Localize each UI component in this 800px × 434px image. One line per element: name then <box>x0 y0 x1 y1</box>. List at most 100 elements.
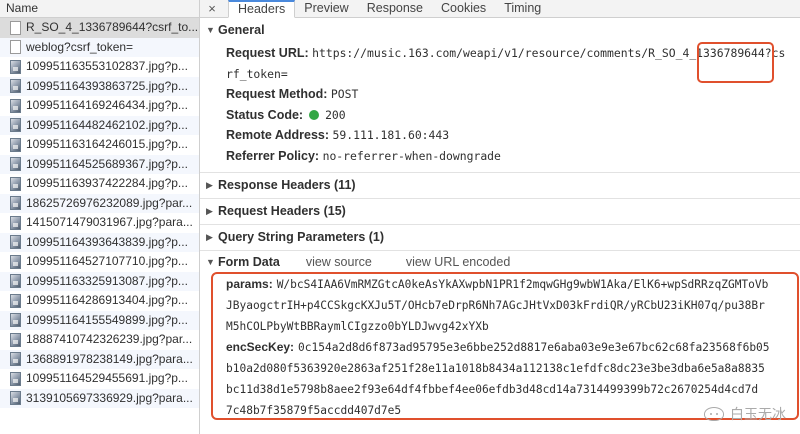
remote-address-value: 59.111.181.60:443 <box>332 128 450 142</box>
request-headers-title: Request Headers (15) <box>218 204 346 218</box>
request-name: 109951163553102837.jpg?p... <box>26 59 188 73</box>
status-code-value: 200 <box>325 107 346 122</box>
request-method-value: POST <box>330 87 359 101</box>
request-row[interactable]: 109951164286913404.jpg?p... <box>0 291 199 311</box>
song-id-highlight-box <box>697 42 774 83</box>
request-row[interactable]: 109951164169246434.jpg?p... <box>0 96 199 116</box>
collapsed-triangle-icon: ▶ <box>206 232 213 242</box>
request-name: 3139105697336929.jpg?para... <box>26 390 193 405</box>
image-icon <box>10 332 21 347</box>
expanded-triangle-icon: ▼ <box>206 25 215 35</box>
request-row[interactable]: 109951163937422284.jpg?p... <box>0 174 199 194</box>
request-name: 109951163325913087.jpg?p... <box>26 273 188 288</box>
tab-timing[interactable]: Timing <box>495 0 550 17</box>
image-icon <box>10 293 21 308</box>
request-row[interactable]: 109951163325913087.jpg?p... <box>0 271 199 291</box>
request-row[interactable]: R_SO_4_1336789644?csrf_to... <box>0 18 199 38</box>
watermark: 白玉无冰 <box>704 404 786 424</box>
image-icon <box>10 215 21 230</box>
request-list: R_SO_4_1336789644?csrf_to... weblog?csrf_… <box>0 18 199 408</box>
image-icon <box>10 79 21 94</box>
request-row[interactable]: 109951163164246015.jpg?p... <box>0 135 199 155</box>
request-name: 109951164393863725.jpg?p... <box>26 78 188 93</box>
status-code-row: Status Code: 200 <box>200 105 800 126</box>
remote-address-label: Remote Address: <box>226 128 330 142</box>
collapsed-triangle-icon: ▶ <box>206 206 213 216</box>
request-row[interactable]: 109951164527107710.jpg?p... <box>0 252 199 272</box>
request-name: 1368891978238149.jpg?para... <box>26 351 193 366</box>
request-row[interactable]: 109951164393863725.jpg?p... <box>0 76 199 96</box>
general-section-header[interactable]: ▼ General <box>200 18 800 43</box>
image-icon <box>10 352 21 367</box>
detail-tab-bar: × Headers Preview Response Cookies Timin… <box>200 0 800 18</box>
request-list-panel: Name R_SO_4_1336789644?csrf_to... weblog?… <box>0 0 200 434</box>
form-data-section-header[interactable]: ▼ Form Data view source view URL encoded <box>200 251 800 274</box>
view-url-encoded-link[interactable]: view URL encoded <box>406 251 510 274</box>
query-string-section-header[interactable]: ▶ Query String Parameters (1) <box>200 225 800 250</box>
status-code-label: Status Code: <box>226 107 304 122</box>
response-headers-title: Response Headers (11) <box>218 178 356 192</box>
image-icon <box>10 118 21 133</box>
form-data-title: Form Data <box>218 255 280 269</box>
request-details-panel: × Headers Preview Response Cookies Timin… <box>200 0 800 434</box>
expanded-triangle-icon: ▼ <box>206 257 215 267</box>
tab-cookies[interactable]: Cookies <box>432 0 495 17</box>
image-icon <box>10 98 21 113</box>
request-name: 109951164169246434.jpg?p... <box>26 98 188 112</box>
request-name: 18625726976232089.jpg?par... <box>26 195 193 210</box>
request-name: weblog?csrf_token= <box>26 39 134 54</box>
request-name: 109951164286913404.jpg?p... <box>26 293 188 307</box>
request-name: R_SO_4_1336789644?csrf_to... <box>26 20 199 34</box>
referrer-policy-value: no-referrer-when-downgrade <box>322 148 501 163</box>
request-name: 109951164155549899.jpg?p... <box>26 312 188 327</box>
view-source-link[interactable]: view source <box>306 251 372 274</box>
request-name: 109951164529455691.jpg?p... <box>26 371 188 385</box>
image-icon <box>10 235 21 250</box>
collapsed-triangle-icon: ▶ <box>206 180 213 190</box>
request-url-value-continued: rf_token= <box>226 66 288 81</box>
request-name: 109951164482462102.jpg?p... <box>26 117 188 132</box>
request-method-row: Request Method: POST <box>200 84 800 105</box>
image-icon <box>10 59 21 74</box>
request-name: 109951164393643839.jpg?p... <box>26 234 188 249</box>
request-row[interactable]: 109951164525689367.jpg?p... <box>0 154 199 174</box>
form-data-highlight-box <box>211 272 799 420</box>
general-title: General <box>218 23 265 37</box>
image-icon <box>10 254 21 269</box>
request-row[interactable]: 3139105697336929.jpg?para... <box>0 388 199 408</box>
request-row[interactable]: 109951163553102837.jpg?p... <box>0 57 199 77</box>
request-row[interactable]: 109951164393643839.jpg?p... <box>0 232 199 252</box>
request-row[interactable]: 109951164155549899.jpg?p... <box>0 310 199 330</box>
referrer-policy-label: Referrer Policy: <box>226 148 320 163</box>
request-name: 1415071479031967.jpg?para... <box>26 215 193 229</box>
tab-preview[interactable]: Preview <box>295 0 357 17</box>
document-icon <box>10 20 21 35</box>
image-icon <box>10 157 21 172</box>
request-name: 109951164525689367.jpg?p... <box>26 156 188 171</box>
name-column-header[interactable]: Name <box>0 0 199 18</box>
image-icon <box>10 196 21 211</box>
image-icon <box>10 313 21 328</box>
status-ok-icon <box>308 109 319 120</box>
close-icon[interactable]: × <box>204 1 220 17</box>
tab-response[interactable]: Response <box>358 0 432 17</box>
image-icon <box>10 371 21 386</box>
response-headers-section-header[interactable]: ▶ Response Headers (11) <box>200 173 800 198</box>
tab-headers[interactable]: Headers <box>228 0 296 18</box>
request-name: 109951163937422284.jpg?p... <box>26 176 188 190</box>
watermark-text: 白玉无冰 <box>730 406 786 422</box>
request-row[interactable]: 1415071479031967.jpg?para... <box>0 213 199 233</box>
request-headers-section-header[interactable]: ▶ Request Headers (15) <box>200 199 800 224</box>
request-row[interactable]: 18887410742326239.jpg?par... <box>0 330 199 350</box>
request-row[interactable]: 109951164529455691.jpg?p... <box>0 369 199 389</box>
image-icon <box>10 176 21 191</box>
query-string-title: Query String Parameters (1) <box>218 230 385 244</box>
request-name: 109951163164246015.jpg?p... <box>26 137 188 151</box>
request-row[interactable]: 1368891978238149.jpg?para... <box>0 349 199 369</box>
request-row[interactable]: weblog?csrf_token= <box>0 37 199 57</box>
request-row[interactable]: 18625726976232089.jpg?par... <box>0 193 199 213</box>
image-icon <box>10 137 21 152</box>
request-row[interactable]: 109951164482462102.jpg?p... <box>0 115 199 135</box>
image-icon <box>10 274 21 289</box>
request-url-label: Request URL: <box>226 46 309 60</box>
